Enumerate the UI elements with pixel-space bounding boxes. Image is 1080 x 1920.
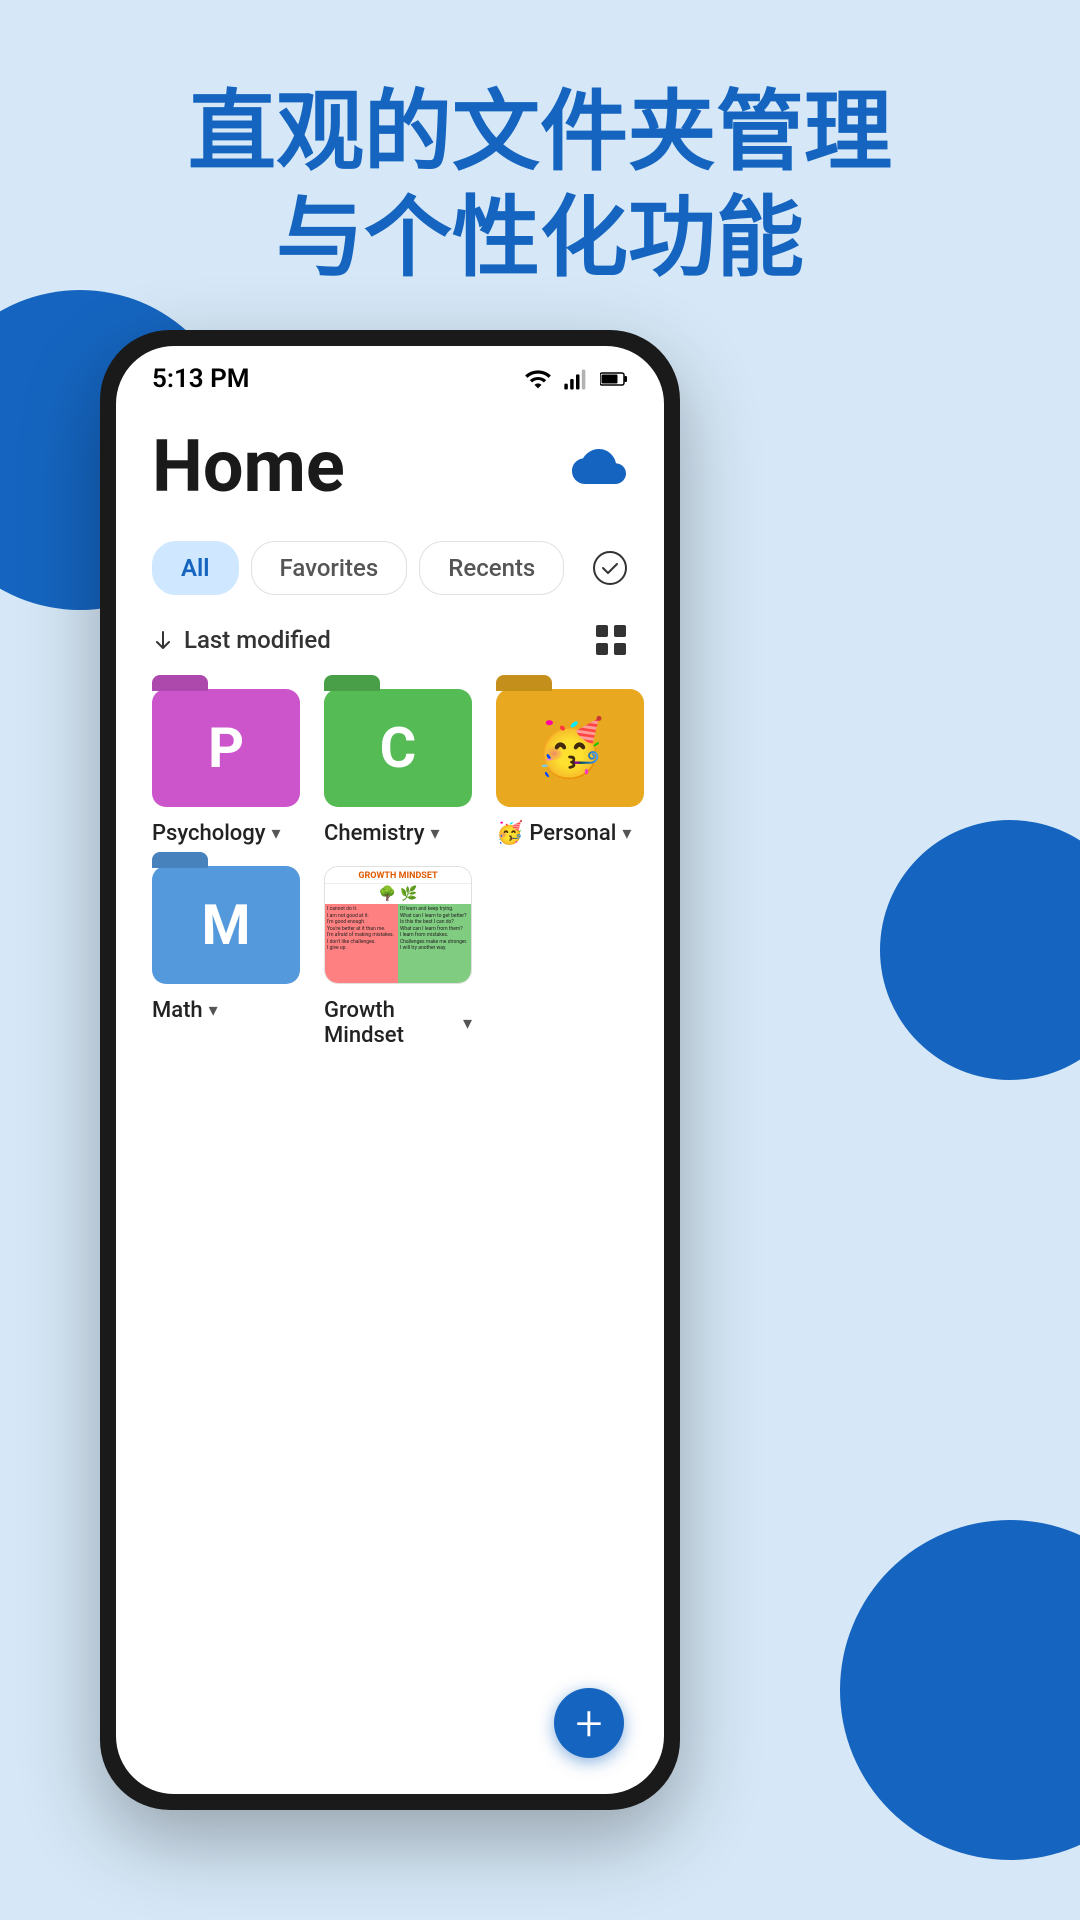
chevron-icon-personal: ▾	[622, 823, 631, 844]
bg-circle-mid	[880, 820, 1080, 1080]
chevron-icon-growth-mindset: ▾	[463, 1013, 472, 1034]
gm-chars: 🌳 🌿	[325, 884, 471, 904]
tab-all[interactable]: All	[152, 541, 239, 595]
phone-shell: 5:13 PM	[100, 330, 680, 1810]
wifi-icon	[524, 365, 552, 393]
folder-icon-psychology: P	[152, 689, 300, 807]
check-circle-icon[interactable]	[592, 550, 628, 586]
folder-icon-growth-mindset: GROWTH MINDSET 🌳 🌿 I cannot do it.I am n…	[324, 866, 472, 984]
folder-label-growth-mindset: Growth Mindset ▾	[324, 998, 472, 1048]
cloud-icon[interactable]	[572, 445, 628, 489]
status-time: 5:13 PM	[152, 364, 250, 394]
folders-row2: M Math ▾ GROWTH MINDSET 🌳 🌿	[152, 866, 628, 1048]
header-text: 直观的文件夹管理 与个性化功能	[0, 80, 1080, 291]
phone-screen: 5:13 PM	[116, 346, 664, 1794]
folder-label-chemistry: Chemistry ▾	[324, 821, 440, 846]
bg-circle-bot	[840, 1520, 1080, 1860]
gm-right-col: I'll learn and keep trying.What can I le…	[398, 904, 471, 983]
gm-char-right: 🌿	[400, 886, 417, 902]
folder-icon-chemistry: C	[324, 689, 472, 807]
tab-bar: All Favorites Recents	[152, 541, 628, 595]
folder-chemistry[interactable]: C Chemistry ▾	[324, 689, 472, 846]
folder-growth-mindset[interactable]: GROWTH MINDSET 🌳 🌿 I cannot do it.I am n…	[324, 866, 472, 1048]
status-bar: 5:13 PM	[116, 346, 664, 404]
app-content: Home All Favorites Recents	[116, 404, 664, 1068]
tab-recents[interactable]: Recents	[419, 541, 564, 595]
grid-view-icon[interactable]	[594, 623, 628, 657]
chevron-icon-psychology: ▾	[272, 823, 281, 844]
folder-icon-math: M	[152, 866, 300, 984]
sort-arrow-icon	[152, 629, 174, 651]
chevron-icon-chemistry: ▾	[431, 823, 440, 844]
gm-body: I cannot do it.I am not good at it.I'm g…	[325, 904, 471, 983]
folder-icon-personal: 🥳	[496, 689, 644, 807]
gm-left-col: I cannot do it.I am not good at it.I'm g…	[325, 904, 398, 983]
gm-char-left: 🌳	[379, 886, 396, 902]
sort-label[interactable]: Last modified	[152, 626, 331, 654]
sort-row: Last modified	[152, 623, 628, 657]
signal-icon	[562, 365, 590, 393]
folders-row1: P Psychology ▾ C Chemistry ▾ 🥳	[152, 689, 628, 846]
folder-psychology[interactable]: P Psychology ▾	[152, 689, 300, 846]
heading-line1: 直观的文件夹管理	[188, 81, 892, 184]
folder-emoji-personal: 🥳	[496, 821, 523, 846]
folder-personal[interactable]: 🥳 🥳 Personal ▾	[496, 689, 644, 846]
gm-title: GROWTH MINDSET	[325, 867, 471, 884]
chevron-icon-math: ▾	[209, 1000, 218, 1021]
folder-math[interactable]: M Math ▾	[152, 866, 300, 1048]
fab-add-button[interactable]: +	[554, 1688, 624, 1758]
tab-favorites[interactable]: Favorites	[251, 541, 408, 595]
folder-label-personal: 🥳 Personal ▾	[496, 821, 631, 846]
gm-left-text: I cannot do it.I am not good at it.I'm g…	[327, 906, 396, 952]
growth-mindset-preview: GROWTH MINDSET 🌳 🌿 I cannot do it.I am n…	[325, 867, 471, 983]
battery-icon	[600, 365, 628, 393]
home-header: Home	[152, 424, 628, 509]
folder-label-psychology: Psychology ▾	[152, 821, 281, 846]
heading-line2: 与个性化功能	[276, 187, 804, 290]
page-title: Home	[152, 424, 345, 509]
gm-right-text: I'll learn and keep trying.What can I le…	[400, 906, 469, 952]
status-icons	[524, 365, 628, 393]
folder-label-math: Math ▾	[152, 998, 218, 1023]
